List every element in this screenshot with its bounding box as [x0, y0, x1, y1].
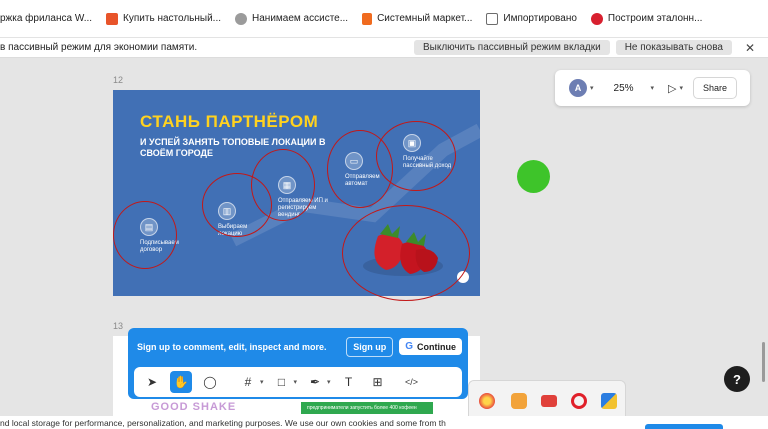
sign-up-button[interactable]: Sign up	[346, 336, 394, 357]
bookmark-label: ржка фриланса W...	[0, 13, 93, 24]
folder-icon	[486, 12, 499, 25]
cookie-message: nd local storage for performance, person…	[0, 418, 446, 428]
text-tool[interactable]: T	[338, 371, 360, 393]
figma-top-toolbar: A ▾ 25% ▾ ▷ ▾ Share	[555, 70, 750, 106]
cookie-banner: nd local storage for performance, person…	[0, 416, 768, 429]
bookmark-label: Системный маркет...	[377, 13, 473, 24]
help-button[interactable]: ?	[724, 366, 750, 392]
chevron-down-icon[interactable]: ▾	[680, 84, 684, 92]
green-caption: предприниматели запустить более 400 кофе…	[301, 402, 433, 414]
memory-saver-infobar: в пассивный режим для экономии памяти. В…	[0, 38, 768, 58]
figma-canvas[interactable]: 12 СТАНЬ ПАРТНЁРОМ И УСПЕЙ ЗАНЯТЬ ТОПОВЫ…	[0, 59, 768, 429]
shape-tool[interactable]: □	[271, 371, 293, 393]
shield-icon[interactable]	[601, 393, 617, 409]
hand-tool[interactable]: ✋	[170, 371, 192, 393]
play-icon[interactable]: ▷	[668, 82, 676, 95]
dev-mode-tool[interactable]: </>	[401, 371, 423, 393]
components-tool[interactable]: ⊞	[367, 371, 389, 393]
chevron-down-icon[interactable]: ▾	[294, 378, 298, 386]
hh-icon	[590, 12, 603, 25]
frame-tool[interactable]: #	[237, 371, 259, 393]
close-icon[interactable]: ✕	[742, 41, 758, 55]
chrome-icon[interactable]	[479, 393, 495, 409]
brain-icon	[235, 12, 248, 25]
accept-cookies-button[interactable]	[645, 424, 723, 429]
bookmark-item[interactable]: Купить настольный...	[100, 12, 229, 25]
move-tool[interactable]: ➤	[141, 371, 163, 393]
continue-label: Continue	[417, 341, 456, 352]
slide-subheadline: И УСПЕЙ ЗАНЯТЬ ТОПОВЫЕ ЛОКАЦИИ В СВОЁМ Г…	[140, 137, 326, 158]
signup-message: Sign up to comment, edit, inspect and mo…	[137, 341, 327, 352]
bookmarks-bar: ржка фриланса W... Купить настольный... …	[0, 0, 768, 38]
infobar-message: в пассивный режим для экономии памяти.	[0, 42, 198, 53]
slide-headline: СТАНЬ ПАРТНЁРОМ	[140, 112, 319, 131]
zoom-value: 25%	[613, 82, 634, 94]
opera-icon[interactable]	[571, 393, 587, 409]
frame-label-13[interactable]: 13	[113, 321, 123, 331]
continue-with-google-button[interactable]: G Continue	[399, 338, 462, 355]
comment-tool[interactable]: ◯	[199, 371, 221, 393]
bookmark-label: Построим эталонн...	[607, 13, 703, 24]
bookmark-item[interactable]: Импортировано	[480, 12, 585, 25]
zoom-dropdown[interactable]: 25% ▾	[614, 83, 655, 94]
green-dot	[517, 160, 550, 193]
vertical-scrollbar[interactable]	[762, 342, 765, 382]
signup-banner: Sign up to comment, edit, inspect and mo…	[128, 328, 468, 365]
chevron-down-icon[interactable]: ▾	[260, 378, 264, 386]
annotation-circle	[342, 205, 470, 301]
bookmark-item[interactable]: Нанимаем ассисте...	[229, 12, 356, 25]
bookmark-item[interactable]: Построим эталонн...	[585, 12, 711, 25]
avatar[interactable]: A	[569, 79, 587, 97]
annotation-circle	[376, 121, 456, 191]
app-icon[interactable]	[511, 393, 527, 409]
chevron-down-icon[interactable]: ▾	[590, 84, 594, 92]
dont-show-again-button[interactable]: Не показывать снова	[615, 40, 732, 55]
market-icon	[362, 12, 373, 25]
bookmark-label: Импортировано	[503, 13, 577, 24]
bookmark-item[interactable]: ржка фриланса W...	[0, 13, 100, 24]
tools-panel: ➤ ✋ ◯ # ▾ □ ▾ ✒ ▾ T ⊞ </>	[128, 365, 468, 399]
frame-label-12[interactable]: 12	[113, 75, 123, 85]
store-icon	[106, 12, 119, 25]
chevron-down-icon: ▾	[650, 85, 655, 92]
share-button[interactable]: Share	[693, 77, 738, 99]
chevron-down-icon[interactable]: ▾	[327, 378, 331, 386]
google-icon: G	[405, 341, 413, 352]
bookmark-label: Нанимаем ассисте...	[252, 13, 349, 24]
pen-tool[interactable]: ✒	[304, 371, 326, 393]
recorder-icon[interactable]	[541, 395, 557, 407]
annotation-circle	[113, 201, 177, 269]
toolbar: ➤ ✋ ◯ # ▾ □ ▾ ✒ ▾ T ⊞ </>	[134, 367, 462, 397]
annotation-circle	[251, 149, 315, 221]
bookmark-label: Купить настольный...	[123, 13, 222, 24]
disable-memory-saver-button[interactable]: Выключить пассивный режим вкладки	[413, 40, 610, 55]
bookmark-item[interactable]: Системный маркет...	[356, 12, 480, 25]
brand-text: GOOD SHAKE	[151, 401, 237, 413]
